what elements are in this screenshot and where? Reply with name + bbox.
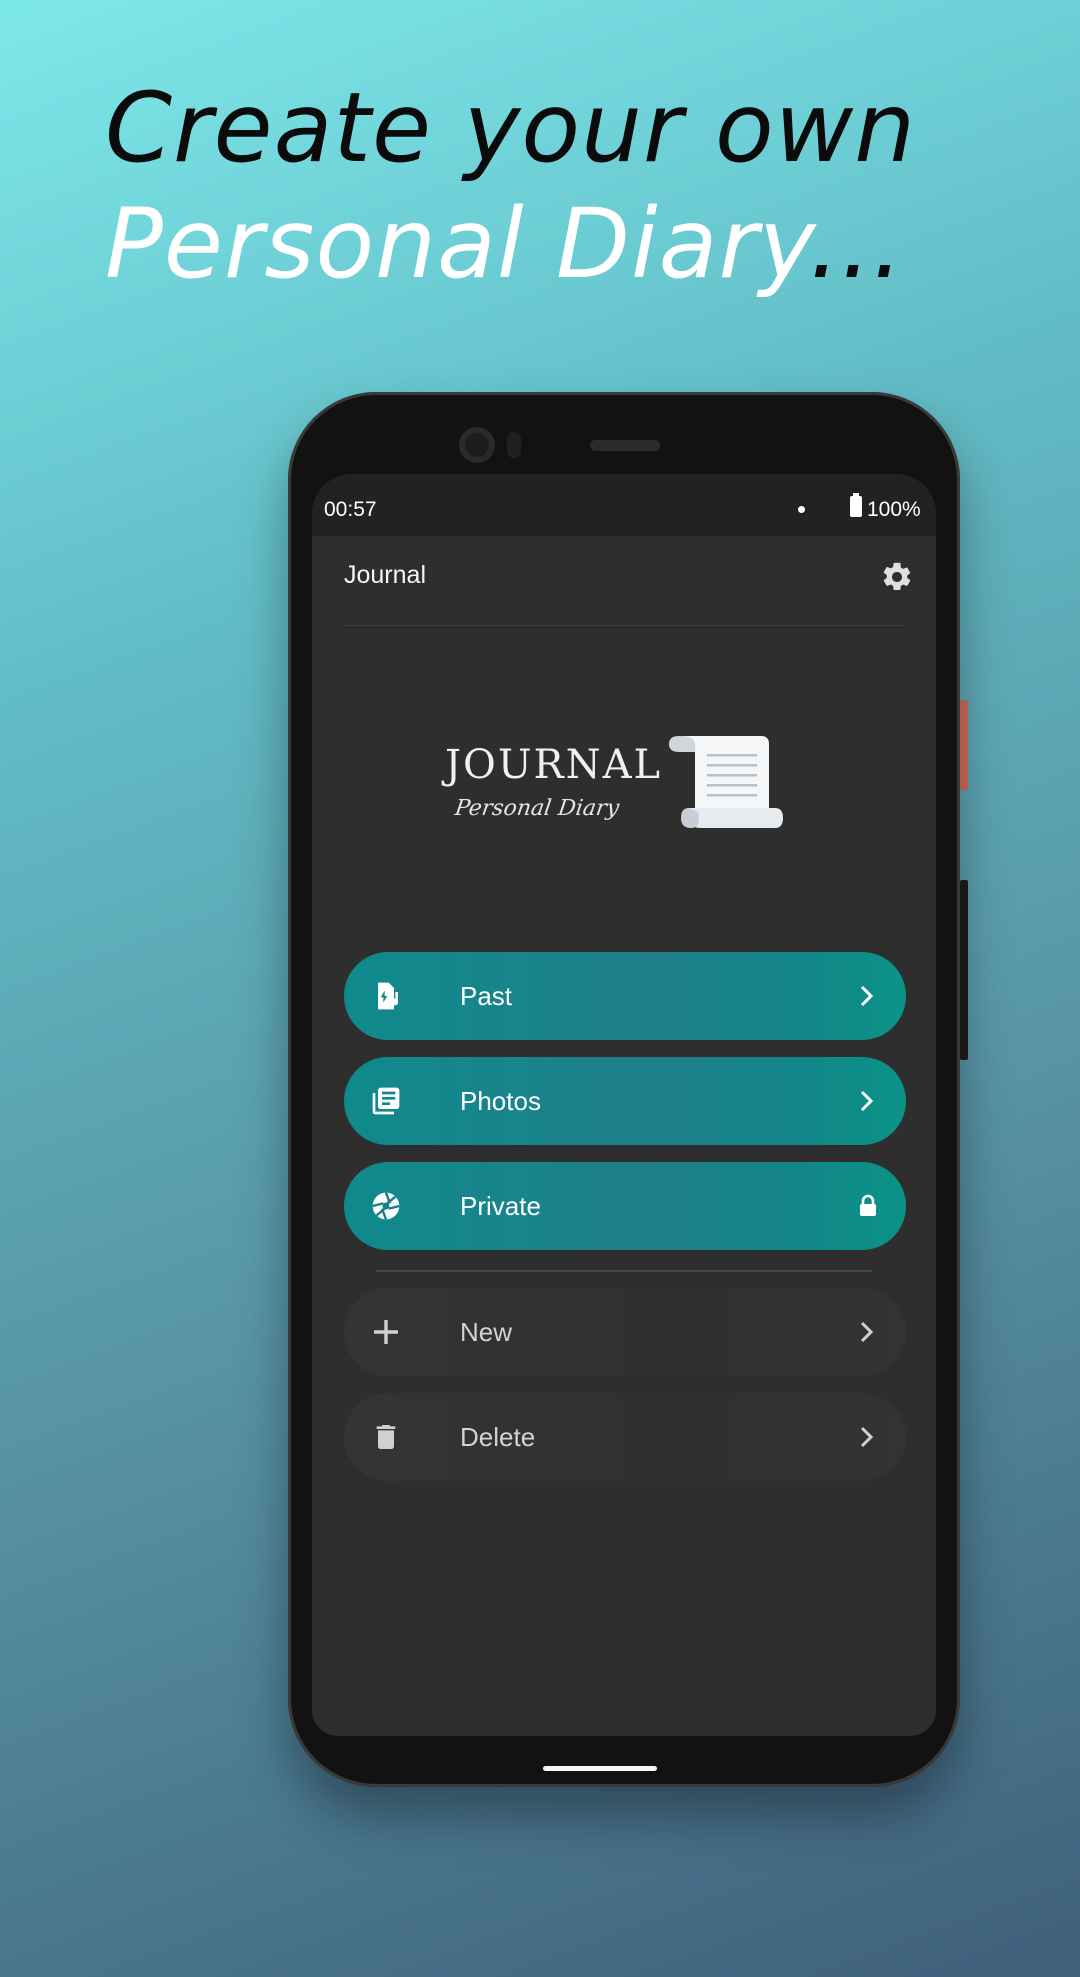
menu-item-label: Delete (460, 1422, 536, 1452)
battery-icon (850, 493, 862, 517)
chevron-right-icon (860, 985, 874, 1007)
headline-line-2: Personal Diary... (105, 186, 916, 302)
menu-item-new[interactable]: New (344, 1288, 906, 1376)
menu-item-photos[interactable]: Photos (344, 1057, 906, 1145)
proximity-sensor (507, 432, 521, 458)
menu-item-label: New (460, 1317, 513, 1347)
menu-item-label: Private (460, 1191, 541, 1221)
menu-item-delete[interactable]: Delete (344, 1393, 906, 1481)
trash-icon (376, 1425, 396, 1449)
library-icon (372, 1087, 400, 1115)
status-time: 00:57 (324, 498, 377, 521)
phone-volume-button (960, 880, 968, 1060)
headline: Create your own Personal Diary... (105, 70, 916, 302)
headline-personal-diary: Personal Diary (105, 188, 810, 300)
battery-level: 100% (867, 498, 921, 521)
logo-wordmark: JOURNAL (445, 742, 663, 788)
status-bar: 00:57 100% (312, 474, 936, 536)
gesture-nav-handle[interactable] (543, 1766, 657, 1771)
plus-icon (374, 1320, 398, 1344)
menu-item-label: Past (460, 981, 513, 1011)
logo-tagline: Personal Diary (453, 796, 621, 821)
lock-icon (860, 1194, 876, 1216)
chevron-right-icon (860, 1090, 874, 1112)
menu-item-label: Photos (460, 1086, 541, 1116)
headline-ellipsis: ... (809, 188, 904, 300)
gear-icon[interactable] (880, 560, 914, 594)
aperture-icon (372, 1192, 400, 1220)
earpiece-speaker (590, 440, 660, 451)
front-camera (459, 427, 495, 463)
scroll-icon (669, 736, 783, 828)
app-screen: 00:57 100% Journal JOURNAL Personal Diar… (312, 474, 936, 1736)
menu-item-private[interactable]: Private (344, 1162, 906, 1250)
app-bar-divider (344, 625, 904, 626)
menu-divider (376, 1270, 872, 1272)
chevron-right-icon (860, 1426, 874, 1448)
phone-power-button (960, 700, 968, 790)
headline-line-1: Create your own (105, 72, 917, 184)
menu-item-past[interactable]: Past (344, 952, 906, 1040)
history-icon (378, 982, 398, 1010)
notification-dot-icon (798, 506, 805, 513)
chevron-right-icon (860, 1321, 874, 1343)
app-bar: Journal (312, 536, 936, 620)
app-title: Journal (344, 561, 426, 589)
journal-logo: JOURNAL Personal Diary (437, 730, 797, 850)
phone-frame: 00:57 100% Journal JOURNAL Personal Diar… (288, 392, 960, 1787)
